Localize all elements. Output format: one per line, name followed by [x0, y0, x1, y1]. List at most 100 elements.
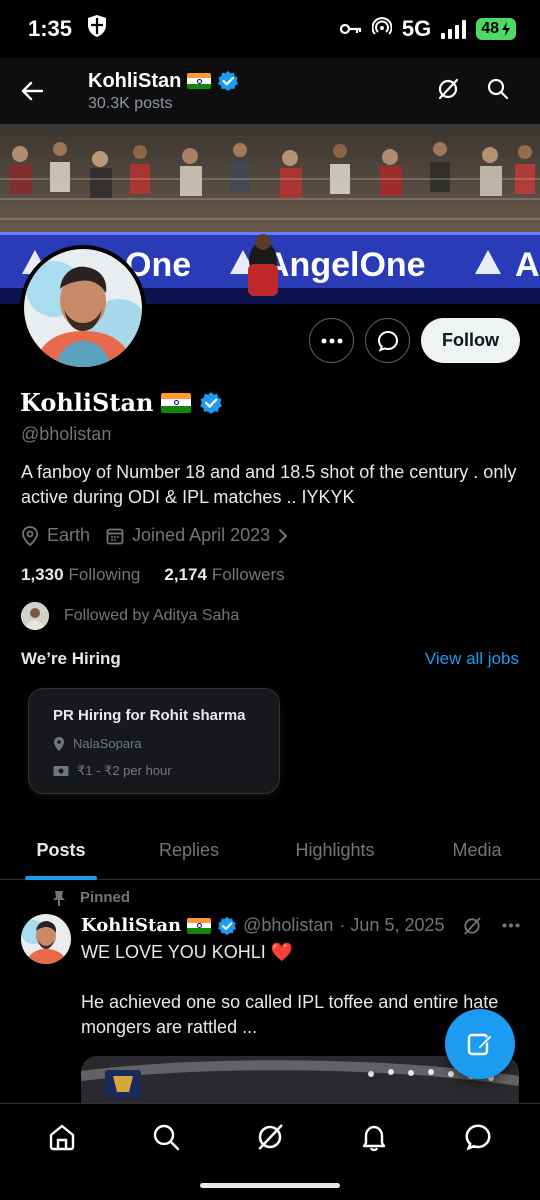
location-pin-icon: [54, 736, 64, 751]
post-actions-top: [462, 916, 520, 936]
bottom-nav: [0, 1103, 540, 1200]
location-text: Earth: [47, 525, 91, 545]
header-name: KohliStan: [88, 69, 182, 92]
banner-sponsor-text: AngelOne: [265, 246, 426, 284]
compose-post-button[interactable]: [445, 1009, 515, 1079]
job-title: PR Hiring for Rohit sharma: [53, 707, 246, 724]
network-label: 5G: [401, 16, 432, 41]
home-indicator[interactable]: [200, 1183, 340, 1188]
profile-header: KohliStan 30.3K posts: [0, 58, 540, 124]
following-count: 1,330: [21, 565, 64, 584]
message-button[interactable]: [365, 318, 410, 363]
post-date[interactable]: · Jun 5, 2025: [339, 915, 444, 936]
chat-bubble-icon: [377, 330, 398, 352]
nav-grok[interactable]: [240, 1107, 300, 1167]
avatar-image: [24, 249, 142, 367]
post-author-avatar[interactable]: [21, 914, 71, 964]
profile-meta: Earth Joined April 2023: [21, 525, 288, 546]
nav-home[interactable]: [32, 1107, 92, 1167]
pinned-label-row: Pinned: [52, 889, 130, 906]
profile-tabs: Posts Replies Highlights Media: [0, 820, 540, 880]
india-flag-icon: [187, 73, 212, 89]
bottom-nav-row: [0, 1104, 540, 1170]
following-link[interactable]: 1,330 Following: [21, 565, 140, 585]
more-icon[interactable]: [502, 923, 520, 928]
post-author-name[interactable]: KohliStan: [81, 915, 181, 936]
followers-link[interactable]: 2,174 Followers: [164, 565, 284, 585]
job-card[interactable]: PR Hiring for Rohit sharma NalaSopara ₹1…: [28, 688, 280, 794]
tab-replies[interactable]: Replies: [122, 820, 256, 880]
followers-count: 2,174: [164, 565, 207, 584]
search-button[interactable]: [486, 77, 510, 106]
compose-icon: [467, 1033, 493, 1056]
profile-bio: A fanboy of Number 18 and and 18.5 shot …: [21, 462, 517, 507]
notifications-icon: [362, 1125, 386, 1152]
job-salary: ₹1 - ₹2 per hour: [77, 763, 172, 778]
svg-text:A: A: [515, 246, 540, 284]
more-icon: [321, 338, 342, 343]
followed-by-text: Followed by Aditya Saha: [64, 607, 240, 624]
grok-icon[interactable]: [462, 916, 482, 936]
verified-badge-icon: [218, 916, 237, 935]
verified-badge-icon: [218, 71, 239, 91]
signal-icon: [441, 19, 467, 39]
joined-item[interactable]: Joined April 2023: [106, 525, 288, 546]
money-icon: [53, 766, 69, 776]
status-time: 1:35: [28, 16, 73, 41]
india-flag-icon: [161, 392, 192, 413]
job-salary-row: ₹1 - ₹2 per hour: [53, 763, 255, 779]
followed-by-row[interactable]: Followed by Aditya Saha: [21, 602, 239, 630]
grok-button[interactable]: [436, 77, 460, 106]
battery-icon: 48: [476, 18, 516, 40]
followers-label: Followers: [211, 565, 285, 584]
profile-name: KohliStan: [20, 388, 154, 417]
following-label: Following: [68, 565, 141, 584]
tab-highlights[interactable]: Highlights: [256, 820, 414, 880]
header-title-block: KohliStan 30.3K posts: [64, 70, 436, 113]
nav-search[interactable]: [136, 1107, 196, 1167]
follower-avatar: [21, 602, 49, 630]
messages-icon: [465, 1124, 491, 1151]
profile-name-row: KohliStan: [20, 388, 223, 417]
tab-posts[interactable]: Posts: [0, 820, 122, 880]
profile-avatar[interactable]: [20, 245, 146, 371]
status-left: 1:35: [28, 14, 108, 44]
shield-icon: [86, 14, 108, 44]
header-name-row: KohliStan: [88, 70, 436, 93]
hotspot-icon: [371, 16, 393, 42]
status-right: 5G 48: [339, 16, 516, 42]
location-pin-icon: [22, 525, 38, 546]
nav-messages[interactable]: [448, 1107, 508, 1167]
search-icon: [487, 78, 509, 99]
status-bar: 1:35 5G 48: [0, 0, 540, 58]
calendar-icon: [106, 528, 124, 544]
job-location-row: NalaSopara: [53, 736, 255, 751]
verified-badge-icon[interactable]: [199, 391, 223, 415]
post-author-handle[interactable]: @bholistan: [243, 915, 333, 936]
chevron-right-icon: [279, 528, 288, 543]
back-arrow-icon: [21, 81, 43, 101]
header-posts-count: 30.3K posts: [88, 94, 173, 112]
more-options-button[interactable]: [309, 318, 354, 363]
job-location: NalaSopara: [73, 736, 142, 751]
grok-icon: [438, 78, 459, 99]
back-button[interactable]: [0, 58, 64, 124]
view-all-jobs-link[interactable]: View all jobs: [425, 649, 519, 669]
hiring-title: We’re Hiring: [21, 649, 121, 668]
tab-media[interactable]: Media: [414, 820, 540, 880]
grok-icon: [258, 1124, 283, 1150]
follow-button[interactable]: Follow: [421, 318, 520, 363]
follow-counts: 1,330 Following 2,174 Followers: [21, 565, 285, 585]
battery-level: 48: [481, 20, 499, 37]
key-icon: [339, 16, 362, 42]
post-header: KohliStan @bholistan · Jun 5, 2025: [81, 915, 520, 936]
india-flag-icon: [187, 917, 212, 934]
hiring-section-header: We’re Hiring View all jobs: [21, 649, 519, 669]
pinned-label: Pinned: [80, 889, 131, 906]
joined-text: Joined April 2023: [132, 525, 271, 545]
home-icon: [49, 1124, 75, 1151]
nav-notifications[interactable]: [344, 1107, 404, 1167]
search-icon: [153, 1124, 180, 1151]
profile-actions: Follow: [309, 318, 520, 363]
location-item: Earth: [21, 525, 90, 546]
